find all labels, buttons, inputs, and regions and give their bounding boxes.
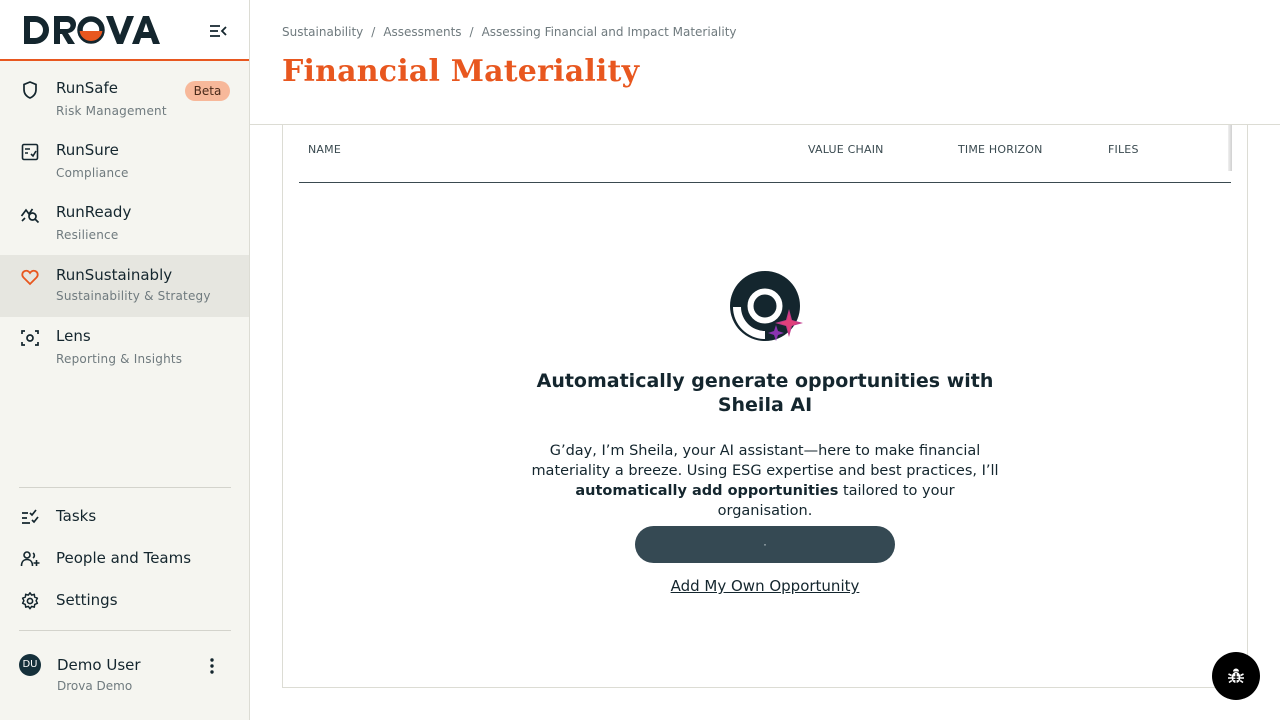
sticky-column-shadow — [1228, 125, 1232, 171]
nav-item-runsustainably[interactable]: RunSustainably Sustainability & Strategy — [0, 255, 249, 317]
people-add-icon — [20, 551, 40, 567]
logo-bar — [0, 0, 249, 61]
sheila-ai-icon — [730, 271, 803, 341]
sidebar-divider — [19, 487, 231, 488]
column-header-files[interactable]: FILES — [1108, 143, 1139, 156]
nav-title: RunSafe — [56, 79, 118, 97]
empty-state-title: Automatically generate opportunities wit… — [536, 370, 994, 416]
scan-icon — [21, 330, 39, 346]
breadcrumb-separator: / — [371, 25, 376, 39]
nav-subtitle: Risk Management — [56, 104, 167, 118]
sidebar-item-label: Tasks — [56, 507, 97, 525]
shield-icon — [23, 81, 37, 99]
breadcrumb-current[interactable]: Assessing Financial and Impact Materiali… — [482, 25, 737, 39]
sidebar: RunSafe Risk Management Beta RunSure Com… — [0, 0, 250, 720]
column-header-name[interactable]: NAME — [308, 143, 341, 156]
nav-item-runsafe[interactable]: RunSafe Risk Management Beta — [0, 62, 249, 124]
avatar: DU — [19, 654, 41, 676]
nav-item-runready[interactable]: RunReady Resilience — [0, 186, 249, 248]
nav-item-runsure[interactable]: RunSure Compliance — [0, 124, 249, 186]
nav-title: RunSustainably — [56, 266, 173, 284]
sidebar-item-label: People and Teams — [56, 549, 192, 567]
page-header: Sustainability / Assessments / Assessing Fin… — [250, 0, 1280, 125]
sidebar-divider — [19, 630, 231, 631]
generate-opportunities-button[interactable]: · — [635, 526, 895, 563]
column-header-time-horizon[interactable]: TIME HORIZON — [958, 143, 1043, 156]
nav-subtitle: Reporting & Insights — [56, 352, 183, 366]
bug-report-button[interactable] — [1212, 652, 1260, 700]
column-header-value-chain[interactable]: VALUE CHAIN — [808, 143, 884, 156]
sidebar-item-people-and-teams[interactable]: People and Teams — [0, 541, 249, 577]
drova-logo[interactable] — [22, 14, 162, 46]
opportunities-table-panel: NAME VALUE CHAIN TIME HORIZON FILES Auto… — [282, 125, 1248, 688]
nav-subtitle: Sustainability & Strategy — [56, 289, 211, 303]
tasks-icon — [22, 509, 39, 524]
nav-subtitle: Resilience — [56, 228, 119, 242]
heart-icon — [21, 269, 39, 286]
nav-title: Lens — [56, 327, 91, 345]
breadcrumb-separator: / — [469, 25, 474, 39]
more-vertical-icon[interactable] — [204, 656, 220, 676]
nav-title: RunSure — [56, 141, 119, 159]
sidebar-item-label: Settings — [56, 591, 118, 609]
user-menu[interactable]: DU Demo User Drova Demo — [0, 645, 249, 705]
sidebar-item-tasks[interactable]: Tasks — [0, 499, 249, 535]
collapse-sidebar-icon[interactable] — [206, 20, 230, 42]
breadcrumb: Sustainability / Assessments / Assessing Fin… — [282, 25, 737, 39]
bug-icon — [1228, 668, 1244, 684]
chart-search-icon — [20, 208, 40, 224]
checklist-icon — [21, 143, 39, 161]
empty-state-description: G’day, I’m Sheila, your AI assistant—her… — [515, 441, 1015, 521]
user-name: Demo User — [57, 656, 141, 674]
nav-title: RunReady — [56, 203, 132, 221]
add-own-opportunity-link[interactable]: Add My Own Opportunity — [615, 577, 915, 595]
page-title: Financial Materiality — [282, 54, 640, 89]
user-org: Drova Demo — [57, 679, 133, 693]
beta-badge: Beta — [185, 81, 230, 101]
description-emphasis: automatically add opportunities — [575, 483, 839, 499]
gear-icon — [21, 592, 39, 610]
nav-subtitle: Compliance — [56, 166, 129, 180]
nav-item-lens[interactable]: Lens Reporting & Insights — [0, 310, 249, 372]
table-header: NAME VALUE CHAIN TIME HORIZON FILES — [299, 125, 1232, 183]
breadcrumb-assessments[interactable]: Assessments — [383, 25, 461, 39]
description-text: G’day, I’m Sheila, your AI assistant—her… — [531, 443, 999, 479]
sidebar-item-settings[interactable]: Settings — [0, 583, 249, 619]
breadcrumb-sustainability[interactable]: Sustainability — [282, 25, 363, 39]
